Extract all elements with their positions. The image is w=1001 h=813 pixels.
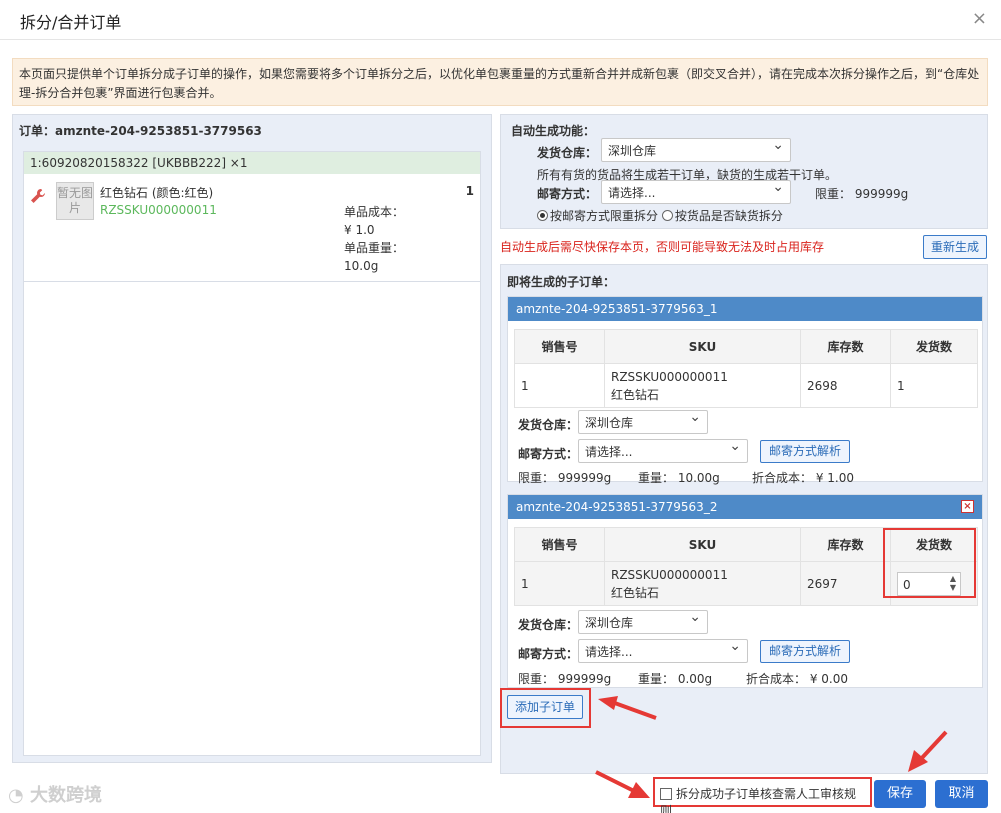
regenerate-button[interactable]: 重新生成	[923, 235, 987, 259]
cost-label: 单品成本：	[344, 205, 405, 219]
sub2-cost: 折合成本： ¥ 0.00	[746, 672, 848, 686]
sub1-warehouse-value: 深圳仓库	[585, 416, 634, 430]
arrow-icon	[595, 770, 650, 798]
highlight-add-suborder	[500, 688, 591, 728]
cell-sale: 1	[514, 561, 605, 606]
auto-shipping-label: 邮寄方式：	[537, 187, 598, 201]
wrench-icon[interactable]	[30, 188, 46, 208]
item-name: 红色钻石 (颜色:红色)	[100, 186, 214, 200]
sub2-weight: 重量： 0.00g	[638, 672, 713, 686]
order-card: 1:60920820158322 [UKBBB222] ×1 暂无图片 红色钻石…	[23, 151, 481, 756]
sub2-warehouse-value: 深圳仓库	[585, 616, 634, 630]
cell-sku-code: RZSSKU000000011	[611, 369, 728, 384]
suborder-id: amznte-204-9253851-3779563_1	[508, 297, 982, 321]
suborder-id-text: amznte-204-9253851-3779563_2	[516, 500, 718, 514]
sub2-shipping-label: 邮寄方式：	[518, 647, 579, 661]
table-row: 1 RZSSKU000000011 红色钻石 2698 1	[514, 363, 978, 408]
sub2-shipping-select[interactable]: 请选择...	[578, 638, 748, 663]
auto-generate-panel: 自动生成功能： 发货仓库： 深圳仓库 所有有货的货品将生成若干订单，缺货的生成若…	[500, 114, 988, 229]
auto-warehouse-select[interactable]: 深圳仓库	[601, 137, 791, 162]
sub1-weight: 重量： 10.00g	[638, 471, 720, 485]
col-sku: SKU	[604, 329, 801, 364]
sub1-parse-button[interactable]: 邮寄方式解析	[760, 440, 850, 463]
package-head: 1:60920820158322 [UKBBB222] ×1	[24, 152, 480, 174]
watermark-logo: ◔ 大数跨境	[8, 785, 102, 806]
radio-by-shipping[interactable]	[537, 210, 548, 221]
cell-stock: 2697	[800, 561, 891, 606]
sub2-limit: 限重： 999999g	[518, 672, 612, 686]
radio-by-stock[interactable]	[661, 210, 673, 221]
cell-sku: RZSSKU000000011 红色钻石	[604, 363, 801, 408]
weight-label: 单品重量：	[344, 241, 405, 255]
save-button[interactable]: 保存	[874, 780, 926, 808]
cell-sku-code: RZSSKU000000011	[611, 567, 728, 582]
weight-value: 10.0g	[344, 259, 379, 273]
sub2-shipping-value: 请选择...	[585, 645, 633, 659]
order-item: 暂无图片 红色钻石 (颜色:红色) RZSSKU000000011 1 单品成本…	[24, 174, 480, 282]
no-image-placeholder: 暂无图片	[56, 182, 94, 220]
cell-stock: 2698	[800, 363, 891, 408]
review-checkbox[interactable]	[660, 788, 672, 800]
sub1-shipping-select[interactable]: 请选择...	[578, 438, 748, 463]
col-ship: 发货数	[890, 329, 978, 364]
auto-shipping-value: 请选择...	[608, 186, 656, 200]
col-sale: 销售号	[514, 527, 605, 562]
remove-suborder-icon[interactable]: ×	[961, 500, 974, 513]
order-label: 订单：amznte-204-9253851-3779563	[19, 124, 262, 138]
auto-warehouse-value: 深圳仓库	[608, 144, 657, 158]
sub1-limit: 限重： 999999g	[518, 471, 612, 485]
sub1-cost: 折合成本： ¥ 1.00	[752, 471, 854, 485]
auto-shipping-select[interactable]: 请选择...	[601, 179, 791, 204]
dialog-title-bar: 拆分/合并订单 ×	[0, 0, 1001, 40]
col-sale: 销售号	[514, 329, 605, 364]
item-meta: 单品成本： ¥ 1.0 单品重量： 10.0g	[344, 203, 404, 275]
col-sku: SKU	[604, 527, 801, 562]
sub2-warehouse-select[interactable]: 深圳仓库	[578, 609, 708, 634]
col-stock: 库存数	[800, 527, 891, 562]
cell-sku-name: 红色钻石	[611, 387, 660, 402]
highlight-ship-qty	[883, 528, 976, 598]
sub1-shipping-value: 请选择...	[585, 445, 633, 459]
arrow-icon	[598, 696, 657, 720]
close-icon[interactable]: ×	[972, 8, 987, 29]
sub1-shipping-label: 邮寄方式：	[518, 447, 579, 461]
suborder-id: amznte-204-9253851-3779563_2 ×	[508, 495, 982, 519]
review-checkbox-label: 拆分成功子订单核查需人工审核规则	[660, 787, 857, 813]
review-checkbox-row[interactable]: 拆分成功子订单核查需人工审核规则	[656, 781, 870, 813]
radio-by-shipping-label: 按邮寄方式限重拆分	[550, 209, 659, 223]
auto-radio-group: 按邮寄方式限重拆分 按货品是否缺货拆分	[537, 207, 783, 224]
arrow-icon	[908, 730, 948, 772]
sub2-warehouse-label: 发货仓库：	[518, 618, 579, 632]
order-panel: 订单：amznte-204-9253851-3779563 1:60920820…	[12, 114, 492, 763]
sub1-warehouse-select[interactable]: 深圳仓库	[578, 409, 708, 434]
suborder-card: amznte-204-9253851-3779563_1 销售号 SKU 库存数…	[507, 296, 983, 485]
auto-title: 自动生成功能：	[511, 124, 596, 138]
cell-ship: 1	[890, 363, 978, 408]
cell-sale: 1	[514, 363, 605, 408]
auto-warehouse-label: 发货仓库：	[537, 146, 598, 160]
suborder-table: 销售号 SKU 库存数 发货数 1 RZSSKU000000011 红色钻石 26…	[514, 329, 978, 408]
dialog-title: 拆分/合并订单	[20, 13, 122, 32]
suborders-title: 即将生成的子订单：	[507, 275, 616, 289]
item-sku: RZSSKU000000011	[100, 203, 217, 217]
auto-limit: 限重： 999999g	[815, 187, 909, 201]
col-stock: 库存数	[800, 329, 891, 364]
cell-sku: RZSSKU000000011 红色钻石	[604, 561, 801, 606]
radio-by-stock-label: 按货品是否缺货拆分	[674, 209, 783, 223]
cell-sku-name: 红色钻石	[611, 585, 660, 600]
watermark-text: 大数跨境	[29, 785, 102, 806]
item-qty: 1	[465, 184, 474, 198]
notice-banner: 本页面只提供单个订单拆分成子订单的操作，如果您需要将多个订单拆分之后，以优化单包…	[12, 58, 988, 106]
cost-value: ¥ 1.0	[344, 223, 375, 237]
cancel-button[interactable]: 取消	[935, 780, 988, 808]
auto-warning: 自动生成后需尽快保存本页，否则可能导致无法及时占用库存	[500, 240, 825, 254]
sub2-parse-button[interactable]: 邮寄方式解析	[760, 640, 850, 663]
sub1-warehouse-label: 发货仓库：	[518, 418, 579, 432]
